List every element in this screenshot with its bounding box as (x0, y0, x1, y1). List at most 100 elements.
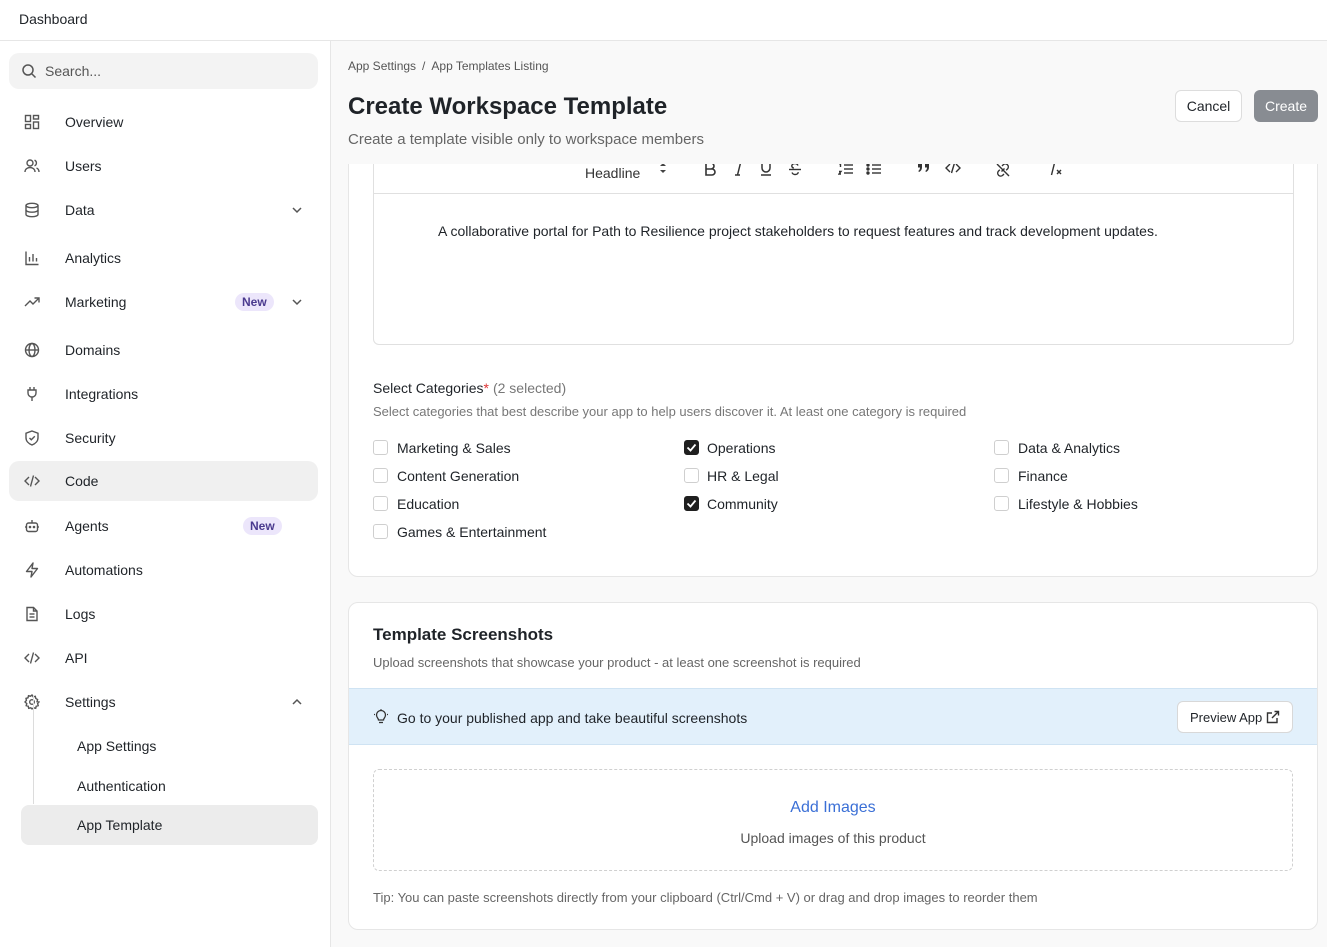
cancel-button[interactable]: Cancel (1175, 90, 1242, 122)
sidebar-item-settings[interactable]: Settings (9, 682, 318, 722)
checkbox-education[interactable] (373, 496, 388, 511)
sidebar-item-logs[interactable]: Logs (9, 594, 318, 634)
create-button[interactable]: Create (1254, 90, 1318, 122)
new-badge: New (243, 517, 282, 535)
checkbox-lifestyle-hobbies[interactable] (994, 496, 1009, 511)
top-bar: Dashboard (0, 0, 1327, 41)
sidebar-item-analytics[interactable]: Analytics (9, 238, 318, 278)
checkbox-content-generation[interactable] (373, 468, 388, 483)
heading-select[interactable]: Headline (585, 165, 640, 181)
sidebar-subitem-app-template[interactable]: App Template (21, 805, 318, 845)
page-subtitle: Create a template visible only to worksp… (348, 131, 704, 148)
add-images-link[interactable]: Add Images (374, 799, 1292, 817)
sidebar-subitem-label: App Settings (77, 738, 157, 754)
users-icon (24, 158, 40, 174)
checkbox-label[interactable]: Lifestyle & Hobbies (1018, 496, 1138, 512)
sidebar-item-label: Automations (65, 562, 143, 578)
search-input[interactable]: Search... (9, 53, 318, 89)
checkbox-label[interactable]: Data & Analytics (1018, 440, 1120, 456)
checkbox-label[interactable]: HR & Legal (707, 468, 779, 484)
gear-icon (24, 694, 40, 710)
checkbox-label[interactable]: Finance (1018, 468, 1068, 484)
preview-app-button[interactable]: Preview App (1177, 701, 1293, 733)
external-link-icon (1266, 710, 1280, 724)
sidebar-subitem-label: Authentication (77, 778, 166, 794)
selected-count: (2 selected) (492, 380, 567, 396)
code-icon (24, 650, 40, 666)
template-screenshots-card: Template Screenshots Upload screenshots … (348, 602, 1318, 930)
sidebar-item-agents[interactable]: Agents New (9, 506, 318, 546)
checkbox-label[interactable]: Community (707, 496, 778, 512)
file-icon (24, 606, 40, 622)
sidebar-item-integrations[interactable]: Integrations (9, 374, 318, 414)
unlink-icon[interactable] (995, 162, 1011, 178)
italic-icon[interactable] (734, 162, 744, 176)
breadcrumb: App Settings / App Templates Listing (348, 59, 555, 73)
checkbox-community[interactable] (684, 496, 699, 511)
globe-icon (24, 342, 40, 358)
sidebar: Search... Overview Users Data Analytics … (0, 41, 331, 947)
breadcrumb-current[interactable]: App Templates Listing (431, 59, 548, 73)
sidebar-item-label: Users (65, 158, 102, 174)
sidebar-item-code[interactable]: Code (9, 461, 318, 501)
sidebar-item-users[interactable]: Users (9, 146, 318, 186)
image-dropzone[interactable]: Add Images Upload images of this product (373, 769, 1293, 871)
checkbox-games-entertainment[interactable] (373, 524, 388, 539)
bold-icon[interactable] (704, 162, 716, 176)
sidebar-item-label: Settings (65, 694, 116, 710)
sidebar-item-overview[interactable]: Overview (9, 102, 318, 142)
app-title: Dashboard (19, 11, 88, 27)
breadcrumb-separator: / (422, 59, 426, 73)
overview-icon (24, 114, 40, 130)
checkbox-finance[interactable] (994, 468, 1009, 483)
upload-hint: Upload images of this product (740, 830, 926, 846)
sidebar-item-data[interactable]: Data (9, 190, 318, 230)
sidebar-item-label: Code (65, 473, 99, 489)
chevron-down-icon[interactable] (291, 296, 303, 308)
categories-label: Select Categories* (2 selected) (373, 380, 566, 396)
sidebar-subitem-app-settings[interactable]: App Settings (21, 726, 318, 766)
sidebar-item-label: Integrations (65, 386, 139, 402)
bullet-list-icon[interactable] (866, 162, 882, 176)
sidebar-item-label: Domains (65, 342, 121, 358)
sidebar-item-label: Security (65, 430, 116, 446)
sidebar-item-security[interactable]: Security (9, 418, 318, 458)
section-title: Template Screenshots (373, 625, 554, 644)
underline-icon[interactable] (760, 162, 772, 176)
checkbox-label[interactable]: Education (397, 496, 459, 512)
ordered-list-icon[interactable] (838, 162, 854, 176)
chevron-up-icon[interactable] (291, 696, 303, 708)
sidebar-item-label: Logs (65, 606, 96, 622)
checkbox-label[interactable]: Games & Entertainment (397, 524, 546, 540)
strikethrough-icon[interactable] (788, 162, 802, 176)
checkbox-label[interactable]: Marketing & Sales (397, 440, 511, 456)
sidebar-item-marketing[interactable]: Marketing New (9, 282, 318, 322)
checkbox-marketing-sales[interactable] (373, 440, 388, 455)
sidebar-item-api[interactable]: API (9, 638, 318, 678)
trending-icon (24, 294, 40, 310)
sidebar-subitem-authentication[interactable]: Authentication (21, 766, 318, 806)
sidebar-item-label: Agents (65, 518, 109, 534)
sidebar-item-domains[interactable]: Domains (9, 330, 318, 370)
checkbox-label[interactable]: Content Generation (397, 468, 519, 484)
checkbox-label[interactable]: Operations (707, 440, 775, 456)
search-icon (21, 63, 37, 79)
section-description: Upload screenshots that showcase your pr… (373, 655, 861, 670)
required-mark: * (483, 380, 489, 396)
main-content: Headline A collaborative portal for Path… (331, 41, 1327, 947)
editor-content[interactable]: A collaborative portal for Path to Resil… (438, 223, 1158, 239)
sidebar-item-automations[interactable]: Automations (9, 550, 318, 590)
bot-icon (24, 518, 40, 534)
page-title: Create Workspace Template (348, 93, 668, 120)
lightbulb-icon (373, 709, 389, 725)
sidebar-item-label: Data (65, 202, 95, 218)
search-placeholder: Search... (45, 63, 102, 79)
tip-banner-text: Go to your published app and take beauti… (397, 710, 748, 726)
breadcrumb-link[interactable]: App Settings (348, 59, 416, 73)
checkbox-hr-legal[interactable] (684, 468, 699, 483)
checkbox-data-analytics[interactable] (994, 440, 1009, 455)
chevron-down-icon[interactable] (291, 204, 303, 216)
clear-format-icon[interactable] (1047, 162, 1063, 176)
sidebar-item-label: Overview (65, 114, 124, 130)
checkbox-operations[interactable] (684, 440, 699, 455)
